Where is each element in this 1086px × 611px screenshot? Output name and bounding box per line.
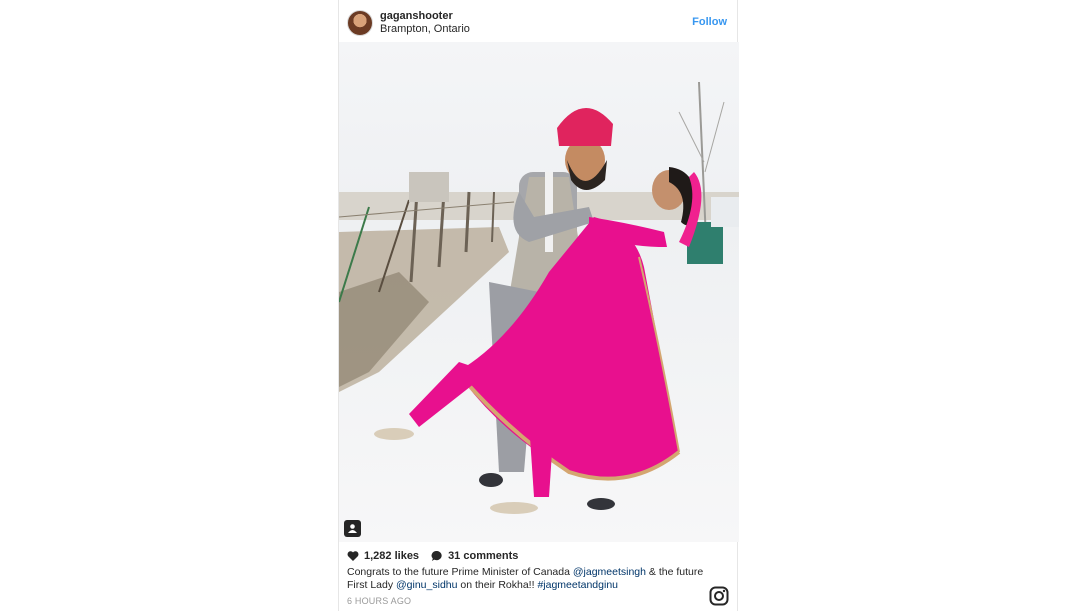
profile-avatar[interactable] (347, 10, 373, 36)
post-username[interactable]: gaganshooter (380, 10, 453, 22)
heart-icon[interactable] (347, 550, 359, 562)
caption-text-1: Congrats to the future Prime Minister of… (347, 566, 573, 578)
instagram-post-card: gaganshooter Brampton, Ontario Follow 1,… (338, 0, 739, 611)
comments-count: 31 comments (448, 550, 519, 562)
mention-jagmeetsingh[interactable]: @jagmeetsingh (573, 566, 646, 578)
comment-bubble-icon[interactable] (431, 550, 443, 562)
engagement-row: 1,282 likes 31 comments (347, 548, 530, 564)
likes-count: 1,282 likes (364, 550, 420, 562)
user-tag-icon[interactable] (344, 520, 361, 537)
post-photo[interactable] (339, 42, 739, 542)
likes-group[interactable]: 1,282 likes (347, 550, 419, 562)
post-header: gaganshooter Brampton, Ontario Follow (339, 0, 737, 42)
post-timestamp: 6 HOURS AGO (347, 596, 412, 606)
hashtag-link[interactable]: #jagmeetandginu (537, 579, 618, 591)
mention-ginu-sidhu[interactable]: @ginu_sidhu (396, 579, 457, 591)
follow-button[interactable]: Follow (692, 16, 727, 28)
photo-illustration (339, 42, 739, 542)
post-caption: Congrats to the future Prime Minister of… (347, 566, 719, 592)
instagram-logo-icon[interactable] (709, 586, 729, 606)
caption-text-3: on their Rokha!! (457, 579, 538, 591)
post-location[interactable]: Brampton, Ontario (380, 23, 470, 35)
comments-group[interactable]: 31 comments (431, 550, 518, 562)
